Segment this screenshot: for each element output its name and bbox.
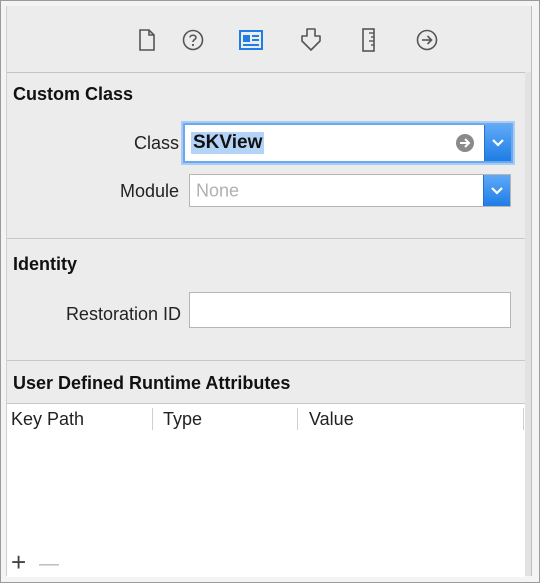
runtime-attributes-table[interactable]: Key Path Type Value + — — [7, 403, 525, 577]
attributes-inspector-tab[interactable] — [297, 26, 325, 54]
class-dropdown-button[interactable] — [484, 125, 511, 161]
runtime-attributes-section-title: User Defined Runtime Attributes — [13, 373, 291, 393]
file-icon — [139, 29, 155, 51]
column-separator — [523, 408, 524, 430]
module-field-placeholder[interactable]: None — [196, 180, 239, 201]
class-field-value[interactable]: SKView — [191, 132, 265, 154]
inspector-toolbar — [7, 6, 531, 73]
custom-class-section-title: Custom Class — [13, 84, 134, 104]
quick-help-tab[interactable] — [179, 26, 207, 54]
help-icon — [182, 29, 204, 51]
type-column-header[interactable]: Type — [163, 404, 293, 434]
size-inspector-tab[interactable] — [355, 26, 383, 54]
key-path-column-header[interactable]: Key Path — [11, 404, 151, 434]
utilities-inspector: Custom Class Class SKView Module None Id… — [6, 6, 532, 577]
value-column-header[interactable]: Value — [309, 404, 509, 434]
add-attribute-button[interactable]: + — [11, 549, 26, 575]
chevron-down-icon — [492, 139, 504, 147]
class-label: Class — [133, 133, 179, 153]
column-separator — [297, 408, 298, 430]
module-label: Module — [119, 181, 179, 201]
size-icon — [362, 28, 375, 52]
section-divider — [7, 360, 531, 361]
module-combo-box[interactable]: None — [189, 174, 511, 207]
remove-attribute-button[interactable]: — — [39, 554, 59, 574]
connections-icon — [416, 29, 438, 51]
connections-inspector-tab[interactable] — [413, 26, 441, 54]
column-separator — [152, 408, 153, 430]
module-dropdown-button[interactable] — [483, 175, 510, 206]
inspector-window: Custom Class Class SKView Module None Id… — [0, 0, 540, 583]
section-divider — [7, 238, 531, 239]
restoration-id-input[interactable] — [189, 292, 511, 328]
identity-inspector-tab[interactable] — [237, 26, 265, 54]
class-combo-box[interactable]: SKView — [183, 123, 513, 163]
vertical-scrollbar[interactable] — [525, 72, 531, 576]
restoration-id-label: Restoration ID — [65, 304, 181, 324]
navigate-arrow-icon[interactable] — [455, 133, 475, 153]
identity-icon — [239, 30, 263, 50]
identity-section-title: Identity — [13, 254, 78, 274]
attributes-icon — [301, 28, 321, 51]
chevron-down-icon — [491, 186, 503, 195]
file-inspector-tab[interactable] — [133, 26, 161, 54]
